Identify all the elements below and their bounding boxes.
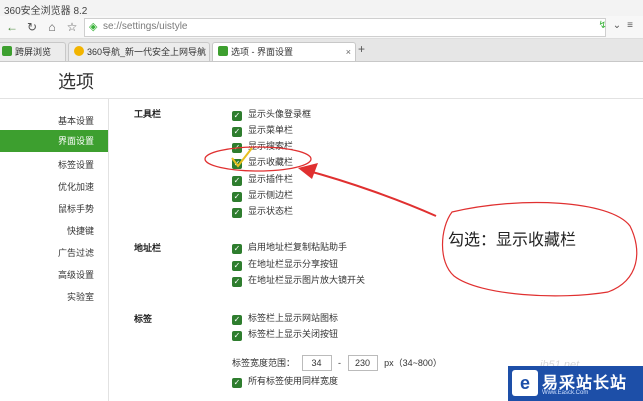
annotation-arrow-line <box>304 169 437 217</box>
highlight-ellipse <box>204 146 312 172</box>
watermark-logo: e 易采站长站 Www.Easck.Com <box>508 366 643 401</box>
logo-subtitle: Www.Easck.Com <box>542 390 589 396</box>
check-mark-annotation <box>231 147 253 168</box>
annotation-text: 勾选：显示收藏栏 <box>448 230 577 249</box>
logo-mark-icon: e <box>512 370 538 396</box>
annotation-overlay <box>204 146 638 297</box>
